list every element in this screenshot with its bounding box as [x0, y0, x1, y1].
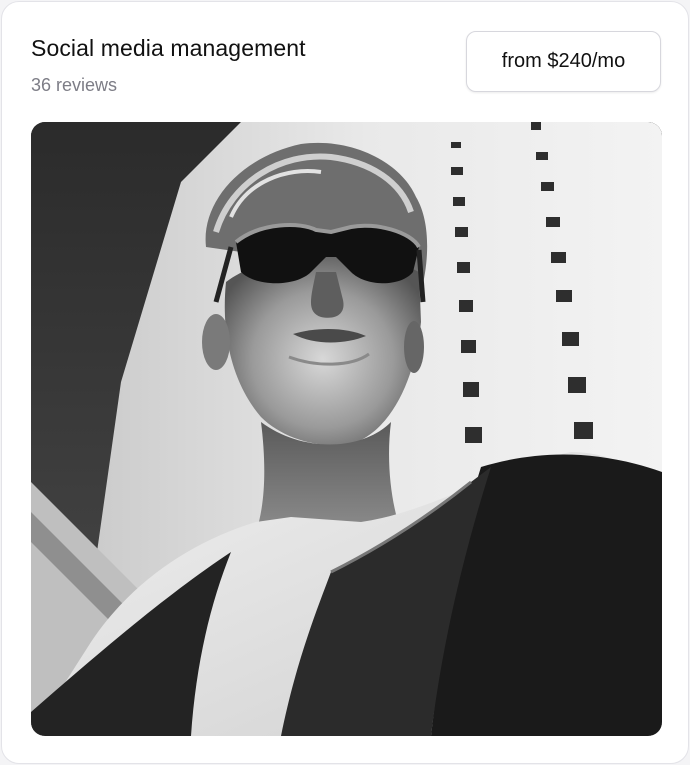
portrait-photo	[31, 122, 662, 736]
price-button[interactable]: from $240/mo	[466, 31, 661, 92]
reviews-count[interactable]: 36 reviews	[31, 75, 117, 96]
service-card[interactable]: Social media management 36 reviews from …	[1, 1, 689, 764]
service-title: Social media management	[31, 35, 306, 61]
